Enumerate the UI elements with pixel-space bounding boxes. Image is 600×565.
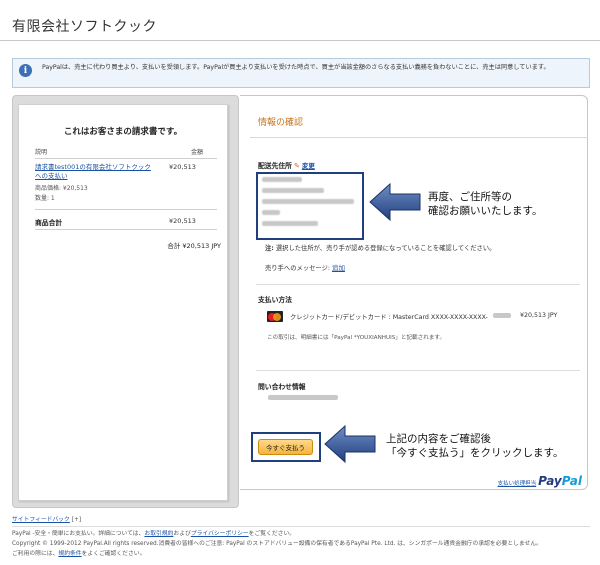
section-divider [256,370,580,371]
pencil-icon: ✎ [293,162,300,170]
card-details: クレジットカード/デビットカード : MasterCard XXXX-XXXX-… [290,314,488,321]
annotation-line: 確認お願いいたします。 [428,205,543,217]
title-divider [250,137,588,138]
footer-legal-1: PayPal -安全・簡単にお支払い。詳細については、お取引規約およびプライバシ… [12,530,295,538]
footer-text: および [173,531,191,537]
change-address-link[interactable]: 変更 [302,162,315,170]
footer-legal-3: ご利用の際には、規約条件をよくご確認ください。 [12,550,145,558]
address-note: 注: 選択した住所が、売り手が認める登録になっていることを確認してください。 [265,243,495,252]
header-divider [0,40,600,41]
annotation-address: 再度、ご住所等の 確認お願いいたします。 [428,190,542,218]
address-highlight-box [256,172,364,240]
section-title: 情報の確認 [258,118,304,128]
note-prefix: 注: [265,245,274,252]
paypal-logo: 支払い処理担当 PayPal [498,470,582,489]
notice-banner: i PayPalは、売主に代わり買主より、支払いを受領します。PayPalが買主… [12,58,590,88]
seller-message-label: 売り手へのメッセージ: [265,265,330,272]
terms-link[interactable]: お取引規約 [144,531,173,537]
review-panel [240,95,588,490]
card-number-redacted [493,313,511,318]
statement-note: この取引は、明細書には「PayPal *YOUXIANHUIS」と記載されます。 [267,335,446,341]
subtotal-label: 商品合計 [35,219,63,227]
annotation-line: 上記の内容をご確認後 [386,433,491,445]
footer-copyright: Copyright © 1999-2012 PayPal.All rights … [12,541,542,547]
section-divider [256,284,580,285]
subtotal-value: ¥20,513 [169,217,196,225]
shipping-label: 配送先住所 [258,162,292,170]
annotation-line: 再度、ご住所等の [428,191,512,203]
privacy-policy-link[interactable]: プライバシーポリシー [191,531,249,537]
card-amount: ¥20,513 JPY [520,312,558,319]
col-description: 説明 [35,149,48,156]
invoice-separator [35,229,217,230]
shipping-address-heading: 配送先住所 ✎ 変更 [258,160,315,170]
footer-text: PayPal -安全・簡単にお支払い。詳細については、 [12,531,145,537]
seller-message-row: 売り手へのメッセージ: 追加 [265,262,345,272]
notice-text: PayPalは、売主に代わり買主より、支払いを受領します。PayPalが買主より… [42,64,550,71]
annotation-line: 「今すぐ支払う」をクリックします。 [386,447,564,459]
invoice-item-link[interactable]: 請求書test001の有限会社ソフトクックへの支払い [35,163,155,181]
invoice-separator [35,209,217,210]
paypal-logo-pay: Pay [538,474,562,488]
annotation-pay: 上記の内容をご確認後 「今すぐ支払う」をクリックします。 [386,432,563,460]
feedback-icon: [+] [71,517,82,523]
footer-text: をよくご確認ください。 [81,551,146,557]
invoice-item-amount: ¥20,513 [169,163,196,171]
footer-text: ご利用の際には、 [12,551,59,557]
col-amount: 金額 [190,149,203,156]
pay-now-button[interactable]: 今すぐ支払う [258,439,313,455]
info-icon: i [19,64,32,77]
paypal-processing-label: 支払い処理担当 [497,481,537,487]
invoice-header-row: 説明 金額 [35,147,217,159]
arrow-left-icon [324,424,376,464]
invoice-item-qty: 数量: 1 [35,195,55,202]
invoice-item-price: 商品価格: ¥20,513 [35,185,88,192]
company-name: 有限会社ソフトクック [12,19,157,35]
arrow-left-icon [369,182,421,222]
mastercard-icon [267,311,283,322]
site-feedback-link[interactable]: サイトフィードバック [12,517,70,523]
note-text: 選択した住所が、売り手が認める登録になっていることを確認してください。 [275,245,496,252]
conditions-link[interactable]: 規約条件 [58,551,81,557]
add-message-link[interactable]: 追加 [332,264,345,272]
invoice-total: 合計 ¥20,513 JPY [167,242,221,250]
invoice-title: これはお客さまの請求書です。 [63,127,183,137]
contact-info-label: 問い合わせ情報 [258,383,306,391]
footer-feedback: サイトフィードバック [+] [12,516,81,524]
payment-method-label: 支払い方法 [258,296,292,304]
footer-divider [12,526,590,527]
contact-email-redacted [268,395,338,400]
paypal-logo-pal: Pal [561,474,582,488]
invoice-sheet: これはお客さまの請求書です。 説明 金額 請求書test001の有限会社ソフトク… [18,104,228,501]
footer-text: をご覧ください。 [248,531,296,537]
